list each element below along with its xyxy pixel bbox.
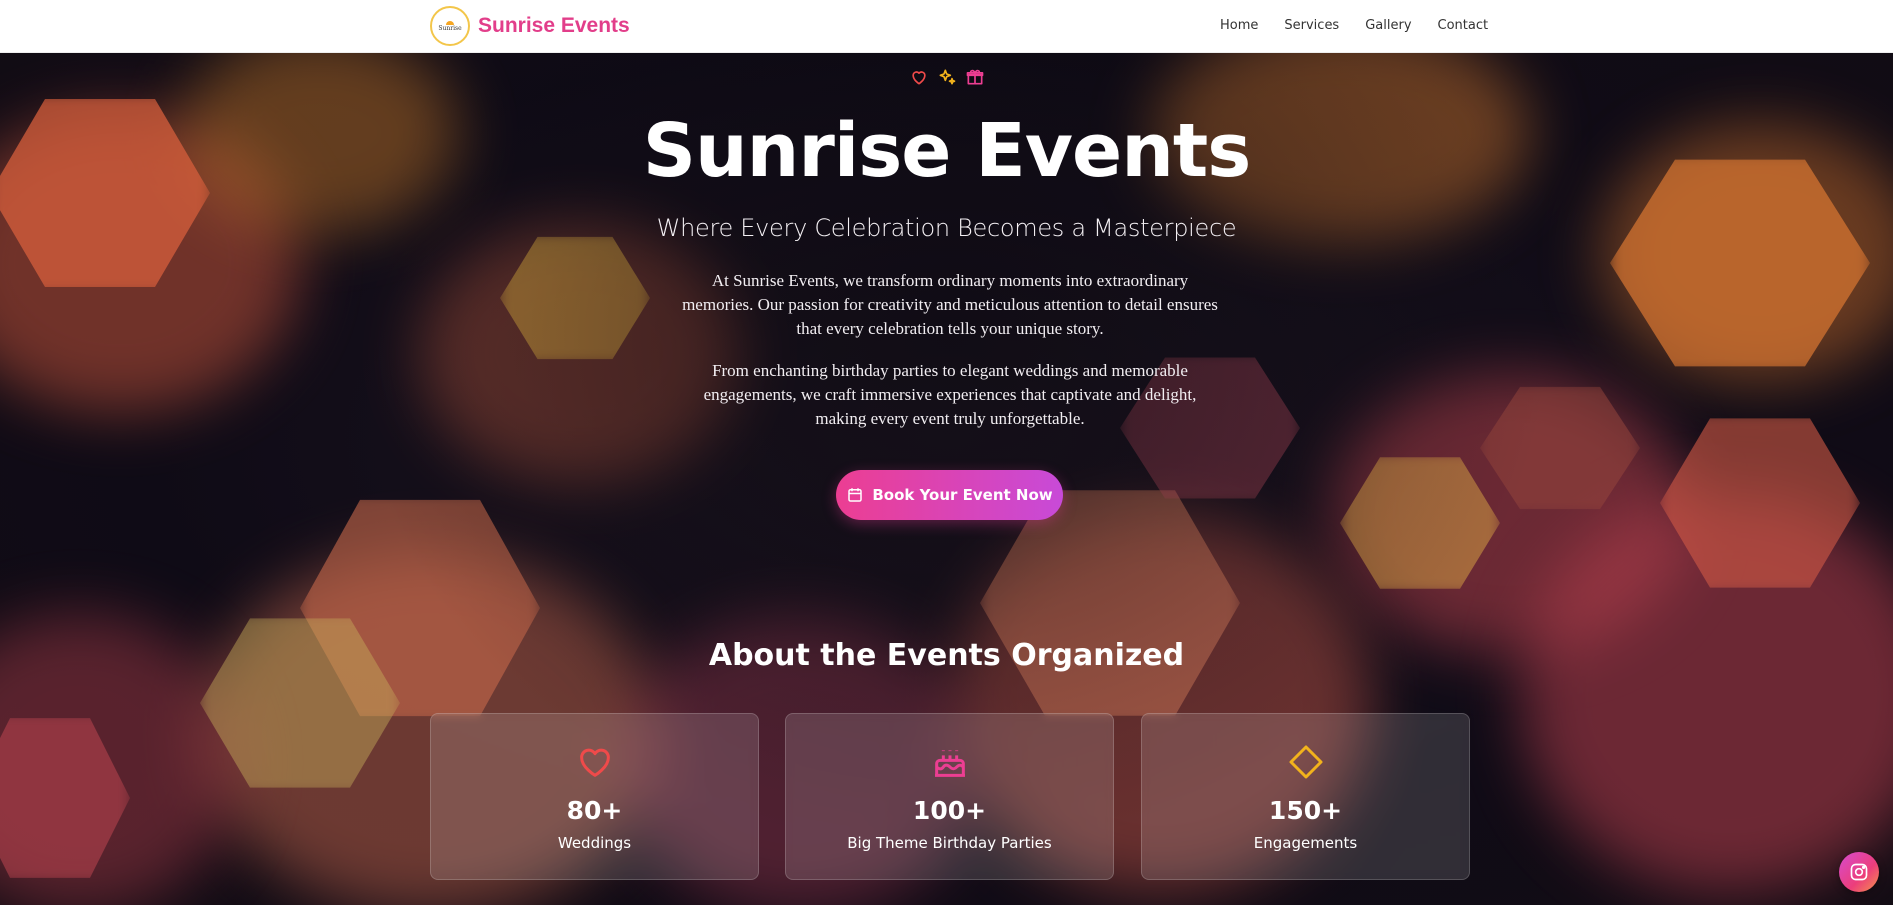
site-header: Sunrise Sunrise Events Home Services Gal… — [0, 0, 1893, 53]
gift-icon — [965, 67, 985, 87]
stat-card-engagements: 150+ Engagements — [1141, 713, 1470, 880]
diamond-icon — [1142, 742, 1469, 782]
brand[interactable]: Sunrise Sunrise Events — [430, 6, 630, 46]
calendar-icon — [846, 486, 864, 504]
logo: Sunrise — [430, 6, 470, 46]
book-event-label: Book Your Event Now — [872, 486, 1053, 504]
stat-label: Weddings — [557, 834, 632, 852]
page-title: Sunrise Events — [642, 108, 1252, 194]
stat-value: 80+ — [566, 796, 623, 825]
stat-card-birthdays: 100+ Big Theme Birthday Parties — [785, 713, 1114, 880]
stat-value: 100+ — [912, 796, 987, 825]
services-paragraph: From enchanting birthday parties to eleg… — [703, 361, 1197, 428]
hero-icon-row — [0, 67, 1893, 87]
tagline: Where Every Celebration Becomes a Master… — [656, 214, 1237, 242]
nav-gallery[interactable]: Gallery — [1365, 18, 1411, 33]
heart-icon — [431, 742, 758, 782]
book-event-button[interactable]: Book Your Event Now — [836, 470, 1063, 520]
nav-contact[interactable]: Contact — [1438, 18, 1489, 33]
nav-home[interactable]: Home — [1220, 18, 1258, 33]
instagram-icon — [1849, 862, 1869, 882]
stat-card-weddings: 80+ Weddings — [430, 713, 759, 880]
stat-value: 150+ — [1268, 796, 1343, 825]
cake-icon — [786, 742, 1113, 782]
main-nav: Home Services Gallery Contact — [1220, 18, 1514, 33]
stats-title: About the Events Organized — [708, 638, 1185, 673]
heart-icon — [909, 67, 929, 87]
intro-paragraph: At Sunrise Events, we transform ordinary… — [682, 271, 1218, 338]
brand-name: Sunrise Events — [478, 14, 630, 37]
stats-cards: 80+ Weddings 100+ Big Theme Birthday Par… — [430, 713, 1470, 880]
instagram-button[interactable] — [1839, 852, 1879, 892]
stat-label: Engagements — [1253, 834, 1358, 852]
nav-services[interactable]: Services — [1284, 18, 1339, 33]
sparkles-icon — [937, 67, 957, 87]
stat-label: Big Theme Birthday Parties — [847, 834, 1052, 852]
